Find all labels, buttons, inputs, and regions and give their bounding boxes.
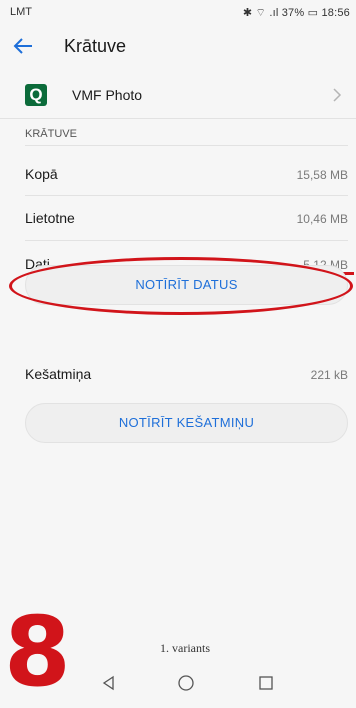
section-divider: [25, 145, 348, 146]
total-label: Kopā: [25, 166, 58, 182]
app-size-value: 10,46 MB: [296, 212, 348, 226]
app-bar: Krātuve: [0, 24, 356, 70]
chevron-right-icon: [333, 88, 342, 102]
carrier-label: LMT: [10, 6, 32, 18]
app-name: VMF Photo: [72, 87, 143, 103]
cache-value: 221 kB: [310, 368, 348, 382]
clear-cache-button[interactable]: NOTĪRĪT KEŠATMIŅU: [25, 403, 348, 443]
nav-back-icon[interactable]: [100, 674, 118, 692]
app-icon: Q: [25, 84, 47, 106]
status-bar: LMT ✱ ⌔ .ıl 37% ▭ 18:56: [0, 0, 356, 24]
cache-label: Kešatmiņa: [25, 366, 92, 382]
section-header: KRĀTUVE: [25, 128, 77, 140]
status-icons: ✱ ⌔ .ıl 37% ▭ 18:56: [242, 7, 350, 19]
total-value: 15,58 MB: [296, 168, 348, 182]
row-divider: [25, 195, 348, 196]
nav-home-icon[interactable]: [177, 674, 195, 692]
nav-recent-icon[interactable]: [258, 675, 274, 691]
caption: 1. variants: [160, 641, 210, 655]
annotation-ellipse: [9, 257, 353, 315]
app-size-label: Lietotne: [25, 210, 75, 226]
back-arrow-icon[interactable]: [10, 32, 38, 60]
row-divider: [25, 240, 348, 241]
navigation-bar: [0, 666, 356, 700]
app-info-row[interactable]: Q VMF Photo: [0, 74, 356, 119]
app-icon-letter: Q: [29, 85, 43, 104]
page-title: Krātuve: [64, 36, 127, 56]
